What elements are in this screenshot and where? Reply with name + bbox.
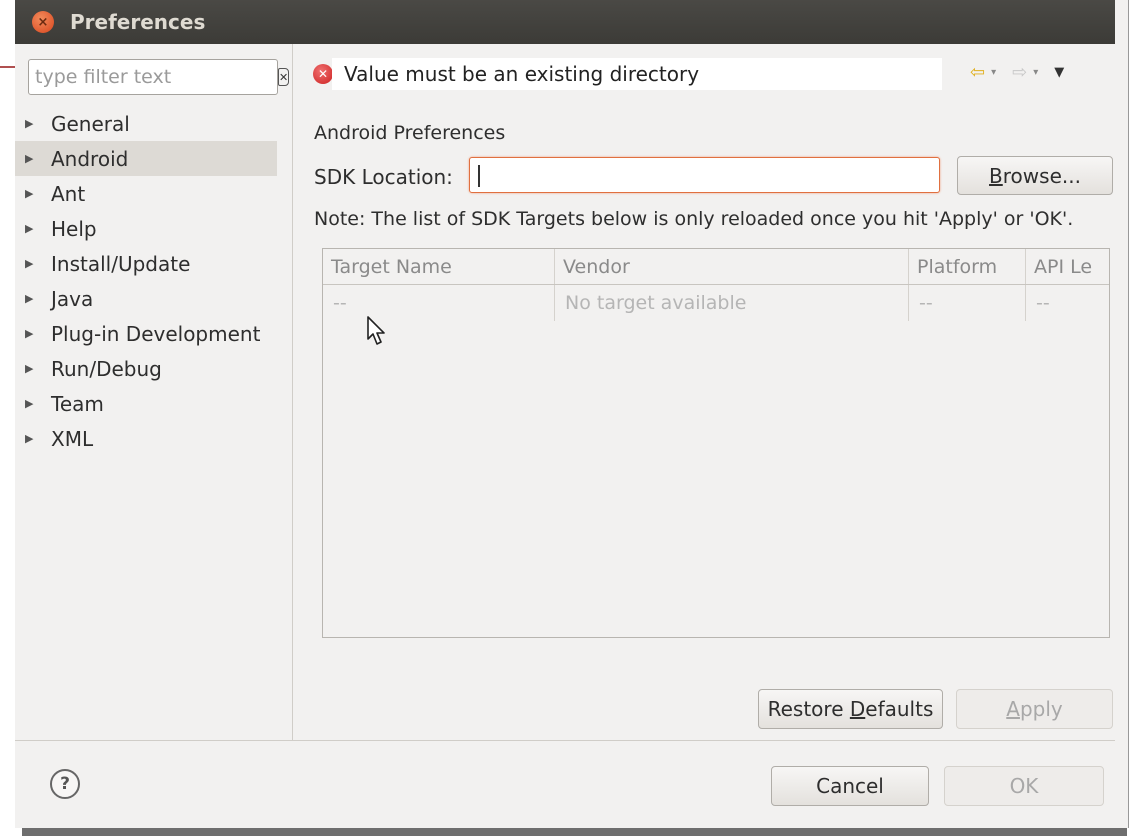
tree-item-general[interactable]: ▶ General: [15, 106, 293, 141]
table-row[interactable]: -- No target available -- --: [323, 285, 1109, 321]
mnemonic: D: [849, 697, 866, 721]
tree-item-label: Run/Debug: [51, 356, 162, 381]
expand-arrow-icon[interactable]: ▶: [25, 362, 35, 375]
expand-arrow-icon[interactable]: ▶: [25, 222, 35, 235]
preferences-dialog: × Preferences ✕ ▶ General ▶ Android ▶ Ant ▶…: [15, 0, 1129, 828]
help-icon: ?: [60, 774, 70, 794]
cell-platform: --: [909, 285, 1026, 321]
view-menu-icon[interactable]: ▼: [1054, 65, 1064, 80]
sdk-reload-note: Note: The list of SDK Targets below is o…: [314, 208, 1074, 230]
error-message: Value must be an existing directory: [344, 62, 700, 86]
tree-item-run-debug[interactable]: ▶ Run/Debug: [15, 351, 293, 386]
tree-item-label: Install/Update: [51, 251, 191, 276]
tree-item-label: General: [51, 111, 130, 136]
back-arrow-icon[interactable]: ⇦: [970, 62, 985, 83]
back-history-icon[interactable]: ▾: [991, 67, 996, 78]
browse-button[interactable]: Browse...: [957, 156, 1113, 195]
tree-item-ant[interactable]: ▶ Ant: [15, 176, 293, 211]
column-header-api-level[interactable]: API Le: [1026, 249, 1109, 284]
tree-item-label: Android: [51, 146, 129, 171]
preference-page: ✕ Value must be an existing directory ⇦ …: [294, 44, 1114, 740]
restore-defaults-button[interactable]: Restore Defaults: [758, 689, 943, 729]
cell-api-level: --: [1036, 292, 1050, 314]
clear-icon: ✕: [279, 70, 289, 84]
page-title: Android Preferences: [314, 122, 506, 144]
window-title: Preferences: [70, 10, 206, 34]
sdk-location-input[interactable]: [469, 157, 940, 193]
tree-item-label: XML: [51, 426, 94, 451]
mnemonic: A: [1006, 697, 1020, 721]
mouse-pointer-icon: [367, 316, 385, 345]
table-header: Target Name Vendor Platform API Le: [323, 249, 1109, 285]
mnemonic: B: [989, 163, 1003, 188]
filter-input[interactable]: [29, 66, 278, 88]
expand-arrow-icon[interactable]: ▶: [25, 432, 35, 445]
background-glyph: [0, 102, 14, 118]
tree-item-label: Plug-in Development: [51, 321, 261, 346]
text-caret: [478, 165, 480, 187]
forward-history-icon[interactable]: ▾: [1033, 67, 1038, 78]
error-icon: ✕: [313, 64, 333, 84]
column-header-target-name[interactable]: Target Name: [323, 249, 555, 284]
cancel-button[interactable]: Cancel: [771, 766, 929, 806]
cell-target-name: --: [323, 285, 555, 321]
forward-arrow-icon[interactable]: ⇨: [1012, 62, 1027, 83]
sdk-location-label: SDK Location:: [314, 165, 453, 189]
tree-item-android[interactable]: ▶ Android: [15, 141, 277, 176]
ok-button[interactable]: OK: [944, 766, 1104, 806]
tree-item-install-update[interactable]: ▶ Install/Update: [15, 246, 293, 281]
tree-item-help[interactable]: ▶ Help: [15, 211, 293, 246]
title-bar: × Preferences: [15, 0, 1115, 44]
preference-tree-pane: ✕ ▶ General ▶ Android ▶ Ant ▶ Help ▶ Install/…: [15, 44, 293, 740]
tree-item-label: Ant: [51, 181, 86, 206]
sdk-targets-table[interactable]: Target Name Vendor Platform API Le -- No…: [322, 248, 1110, 638]
help-button[interactable]: ?: [50, 769, 80, 799]
tree-item-plugin-development[interactable]: ▶ Plug-in Development: [15, 316, 293, 351]
message-bar: Value must be an existing directory: [332, 58, 942, 90]
screen: × Preferences ✕ ▶ General ▶ Android ▶ Ant ▶…: [0, 0, 1141, 837]
expand-arrow-icon[interactable]: ▶: [25, 327, 35, 340]
cell-vendor: No target available: [555, 285, 909, 321]
preference-tree: ▶ General ▶ Android ▶ Ant ▶ Help ▶ Install/Up…: [15, 106, 293, 456]
tree-item-java[interactable]: ▶ Java: [15, 281, 293, 316]
apply-button[interactable]: Apply: [956, 689, 1113, 729]
dialog-button-bar: ? Cancel OK: [15, 740, 1115, 828]
column-header-platform[interactable]: Platform: [909, 249, 1026, 284]
expand-arrow-icon[interactable]: ▶: [25, 292, 35, 305]
tree-item-label: Java: [51, 286, 94, 311]
clear-filter-button[interactable]: ✕: [278, 68, 290, 86]
tree-item-label: Team: [51, 391, 104, 416]
close-window-button[interactable]: ×: [32, 11, 54, 33]
filter-box: ✕: [28, 59, 290, 95]
page-navigation: ⇦ ▾ ⇨ ▾ ▼: [970, 62, 1064, 83]
expand-arrow-icon[interactable]: ▶: [25, 257, 35, 270]
tree-item-xml[interactable]: ▶ XML: [15, 421, 293, 456]
tree-item-label: Help: [51, 216, 97, 241]
expand-arrow-icon[interactable]: ▶: [25, 117, 35, 130]
tree-item-team[interactable]: ▶ Team: [15, 386, 293, 421]
expand-arrow-icon[interactable]: ▶: [25, 397, 35, 410]
expand-arrow-icon[interactable]: ▶: [25, 152, 35, 165]
column-header-vendor[interactable]: Vendor: [555, 249, 909, 284]
expand-arrow-icon[interactable]: ▶: [25, 187, 35, 200]
close-icon: ×: [37, 14, 49, 30]
